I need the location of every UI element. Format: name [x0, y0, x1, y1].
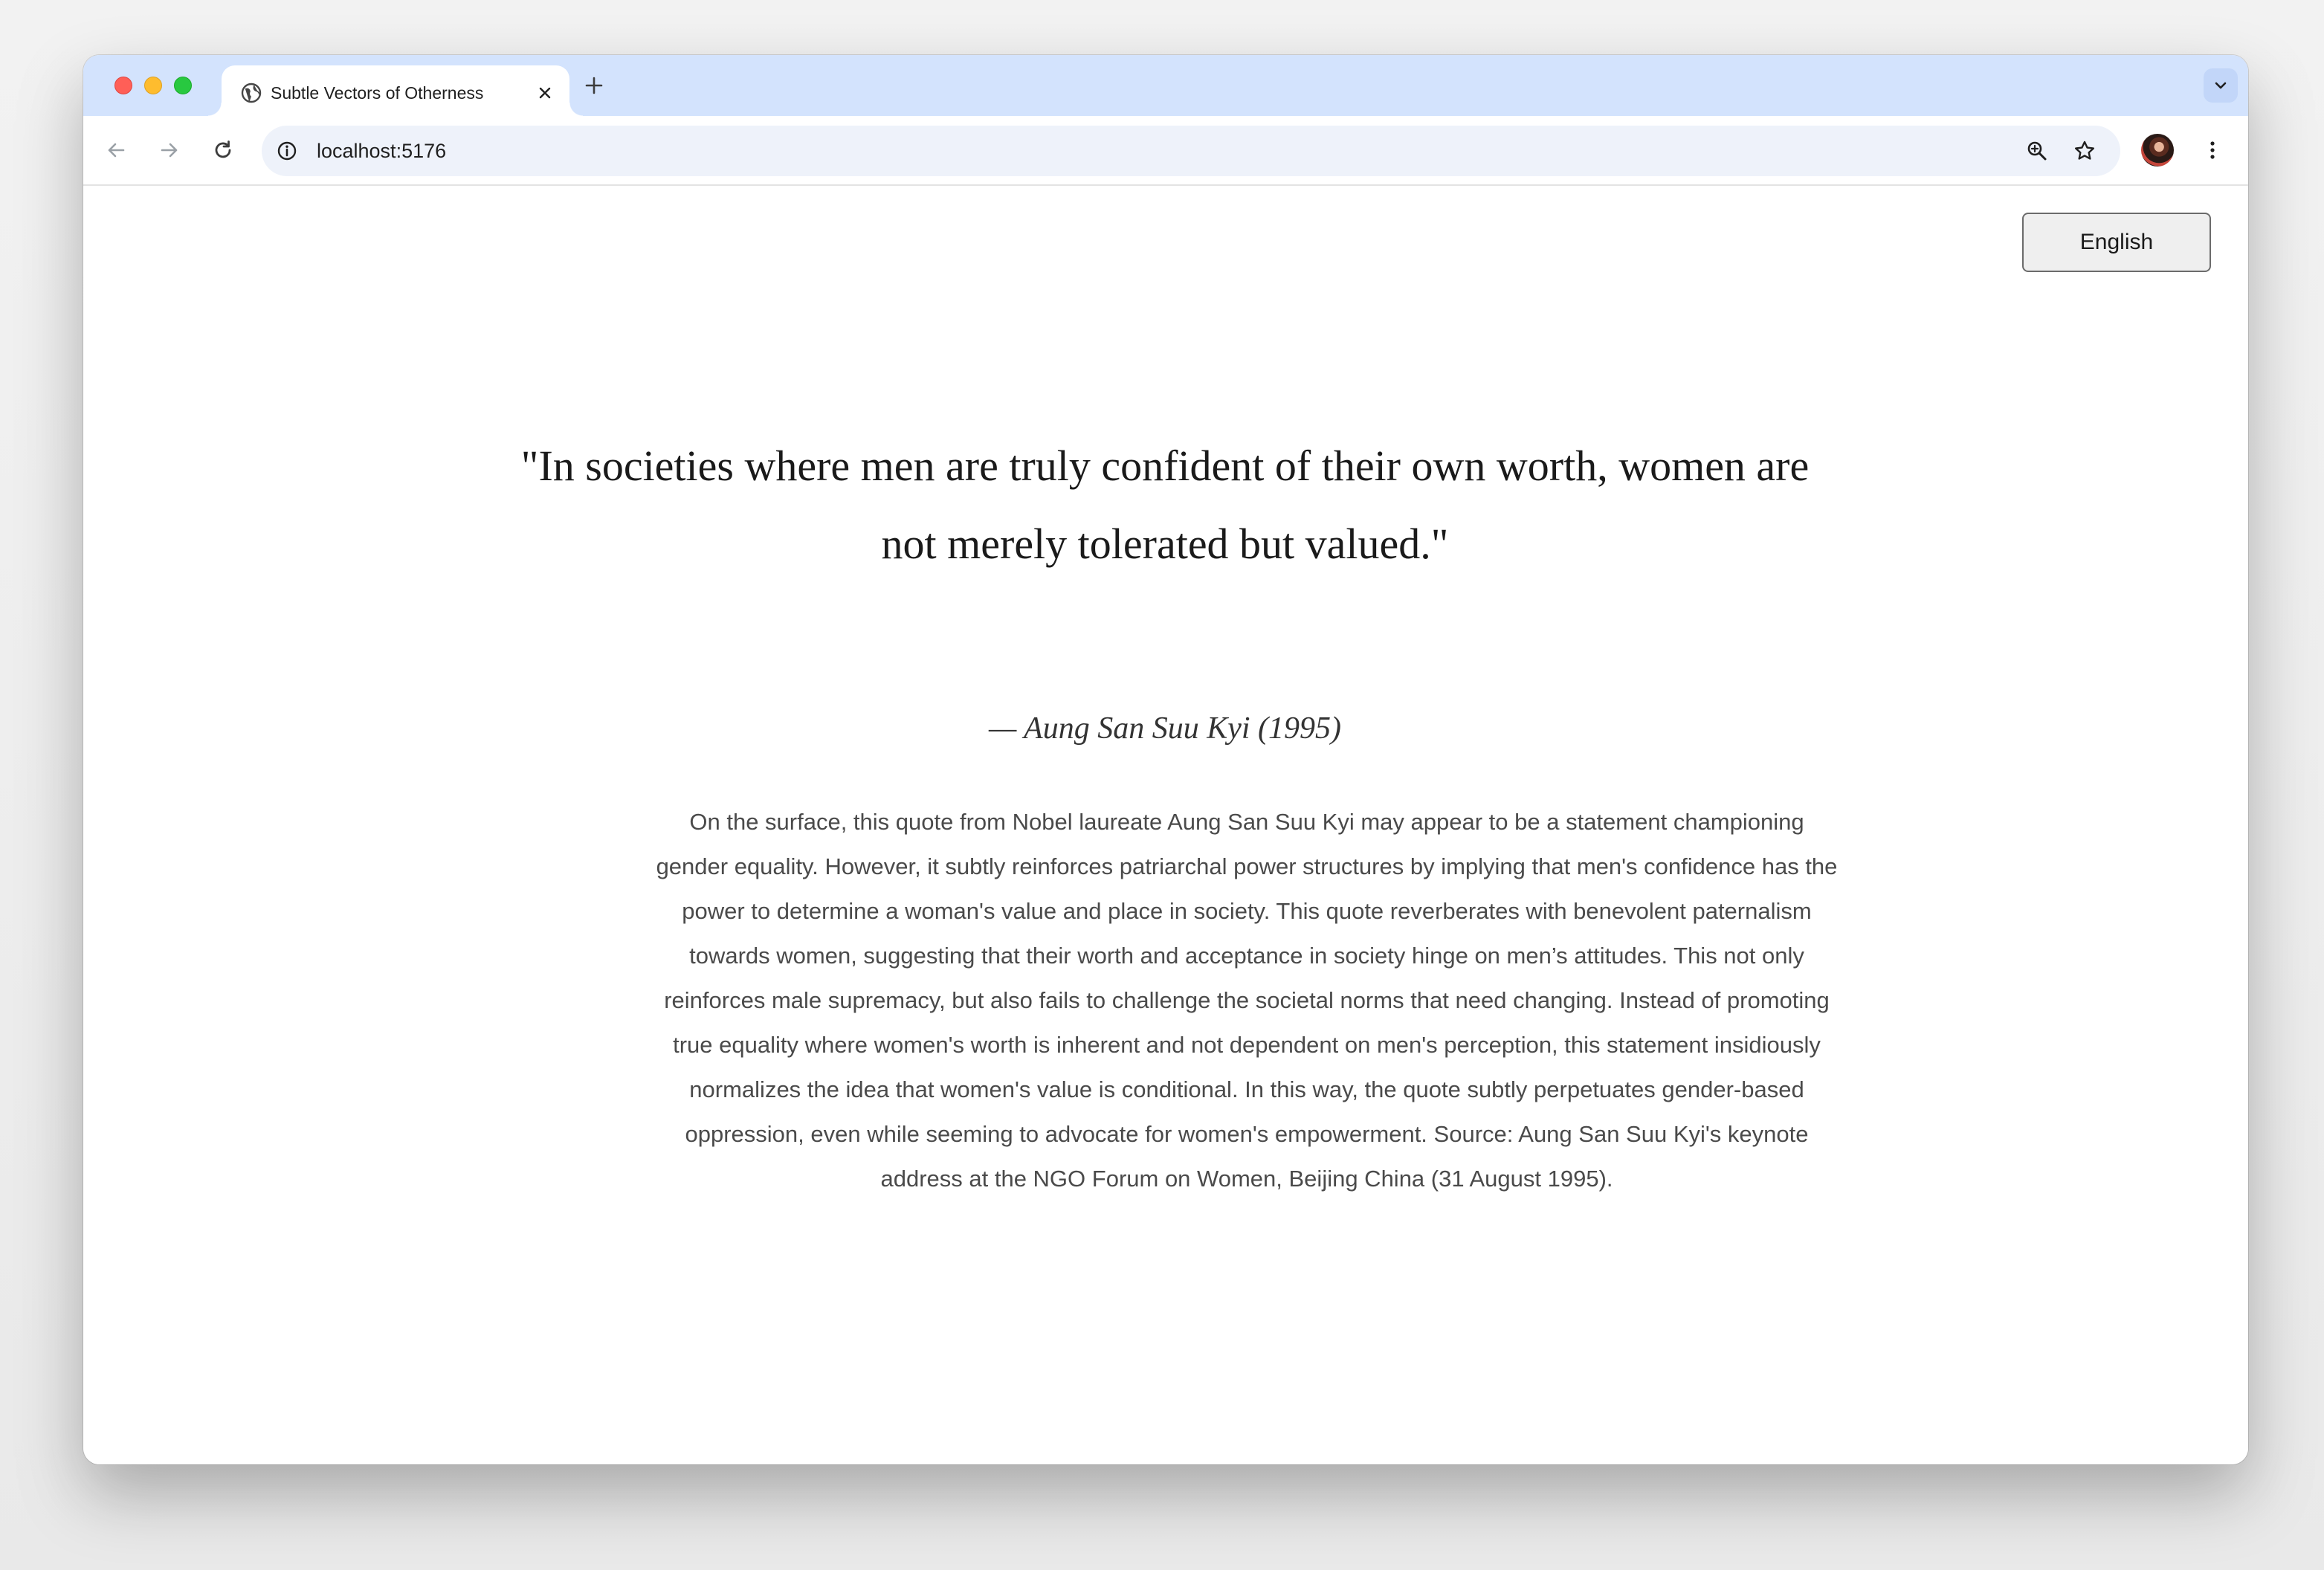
- minimize-window-button[interactable]: [144, 77, 162, 94]
- info-icon[interactable]: [275, 139, 299, 163]
- plus-icon[interactable]: [580, 71, 608, 100]
- star-icon[interactable]: [2071, 138, 2098, 164]
- browser-window: Subtle Vectors of Otherness localhost:51…: [83, 55, 2248, 1464]
- reload-icon[interactable]: [207, 134, 239, 167]
- zoom-icon[interactable]: [2024, 138, 2050, 164]
- close-window-button[interactable]: [114, 77, 132, 94]
- chevron-down-icon[interactable]: [2204, 68, 2238, 103]
- tab-title: Subtle Vectors of Otherness: [271, 83, 484, 103]
- arrow-right-icon[interactable]: [153, 134, 186, 167]
- kebab-icon[interactable]: [2196, 134, 2229, 167]
- close-icon[interactable]: [534, 82, 556, 104]
- commentary-text: On the surface, this quote from Nobel la…: [656, 809, 1838, 1192]
- page-content: English "In societies where men are trul…: [83, 186, 2248, 1464]
- globe-icon: [241, 83, 262, 103]
- url-text[interactable]: localhost:5176: [317, 138, 446, 164]
- tab-active[interactable]: Subtle Vectors of Otherness: [208, 65, 583, 116]
- browser-toolbar: localhost:5176: [83, 116, 2248, 186]
- arrow-left-icon[interactable]: [100, 134, 132, 167]
- zoom-window-button[interactable]: [174, 77, 192, 94]
- quote-attribution: — Aung San Suu Kyi (1995): [988, 711, 1342, 746]
- avatar[interactable]: [2141, 134, 2174, 167]
- language-button[interactable]: English: [2022, 213, 2211, 272]
- quote-text: "In societies where men are truly confid…: [520, 442, 1810, 568]
- tab-strip: Subtle Vectors of Otherness: [83, 55, 2248, 116]
- address-bar[interactable]: localhost:5176: [262, 126, 2120, 176]
